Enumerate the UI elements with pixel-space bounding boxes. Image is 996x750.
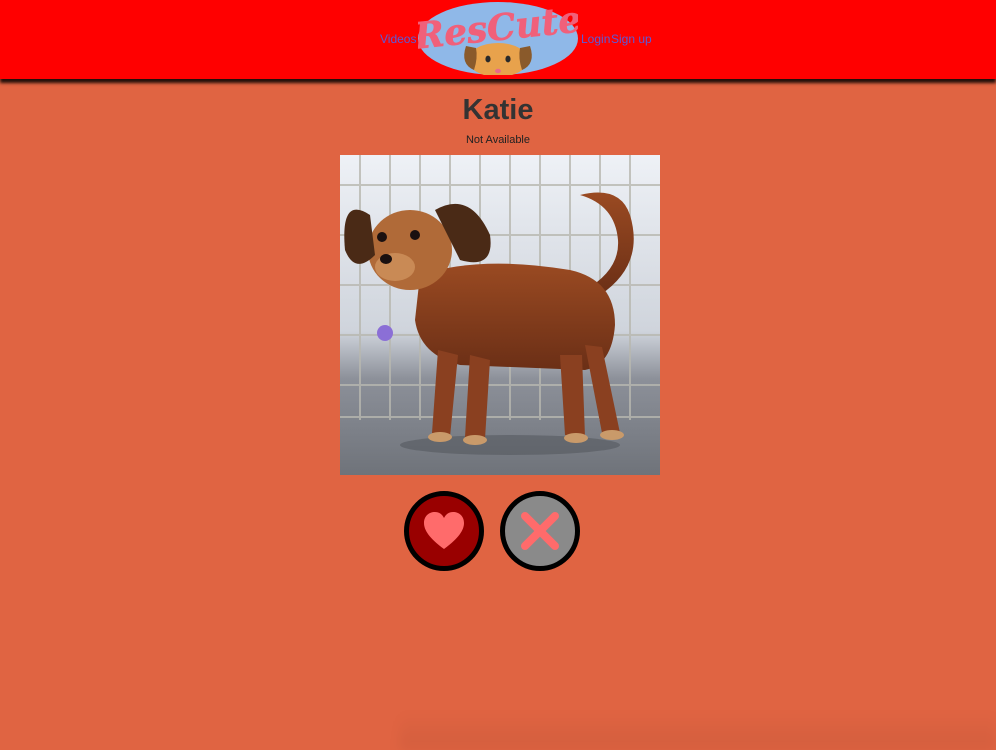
logo-dog-left-eye (485, 55, 491, 63)
nav-signup-link[interactable]: Sign up (611, 32, 652, 46)
dismiss-button[interactable] (500, 491, 580, 571)
like-button[interactable] (404, 491, 484, 571)
x-icon (521, 512, 559, 550)
bottom-shadow (400, 712, 996, 750)
nav-login-link[interactable]: Login (581, 32, 610, 46)
nav-videos-link[interactable]: Videos (380, 32, 416, 46)
pet-availability-status: Not Available (465, 134, 530, 146)
logo-dog-nose (495, 68, 501, 74)
logo-dog-right-eye (505, 55, 511, 63)
heart-icon (424, 512, 464, 549)
pet-name-heading: Katie (462, 94, 534, 126)
rescute-logo[interactable]: ResCute (418, 2, 578, 75)
pet-photo (340, 155, 660, 475)
top-nav-bar: Videos ResCute Login Sign up (0, 0, 996, 79)
